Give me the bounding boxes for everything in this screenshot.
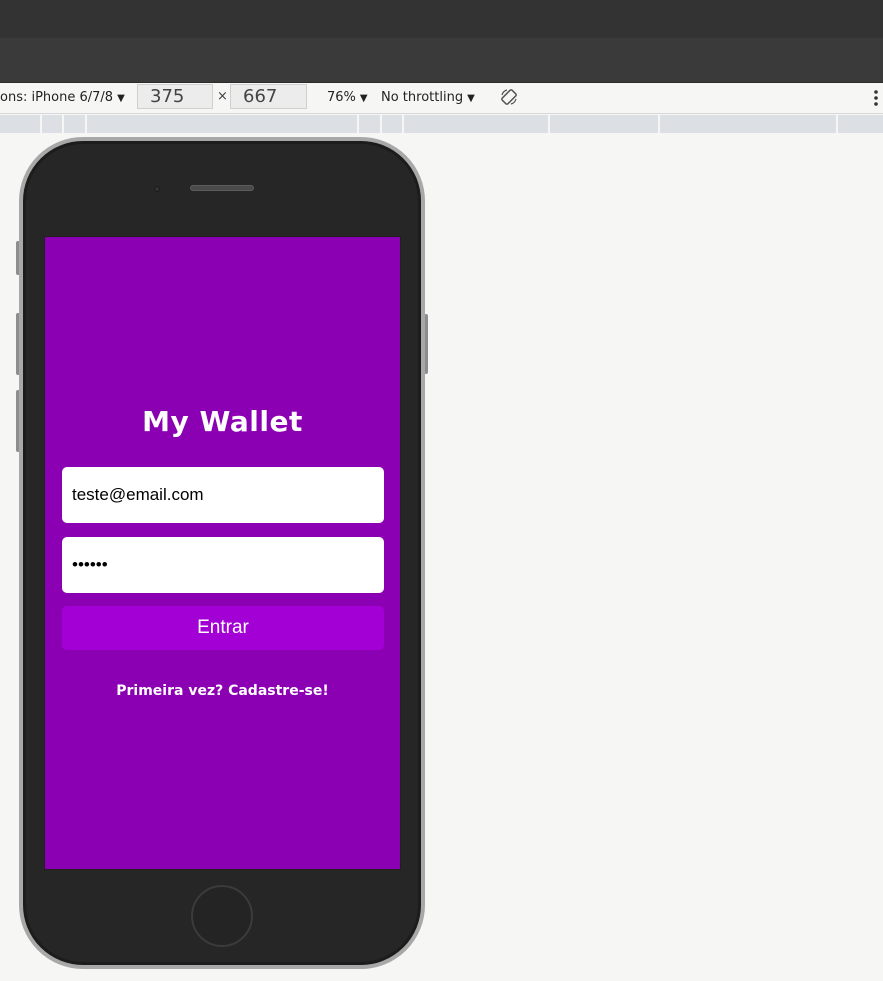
chevron-down-icon: ▼ (467, 93, 475, 104)
home-button (191, 885, 253, 947)
device-label: ons: iPhone 6/7/8 (0, 90, 114, 105)
device-toolbar: ons: iPhone 6/7/8 ▼ 375 × 667 76% ▼ No thr… (0, 83, 883, 114)
ruler-tick (357, 115, 359, 133)
ruler-tick (85, 115, 87, 133)
height-input[interactable]: 667 (230, 84, 307, 109)
media-query-ruler (0, 115, 883, 133)
speaker-grille (190, 185, 254, 191)
device-selector[interactable]: ons: iPhone 6/7/8 ▼ (0, 90, 125, 105)
chevron-down-icon: ▼ (117, 93, 125, 104)
email-field[interactable]: teste@email.com (62, 467, 384, 523)
zoom-selector[interactable]: 76% ▼ (327, 90, 368, 105)
rotate-icon[interactable] (500, 88, 518, 106)
kebab-menu-icon[interactable] (872, 88, 880, 108)
chevron-down-icon: ▼ (359, 93, 368, 104)
ruler-tick (658, 115, 660, 133)
ruler-tick (40, 115, 42, 133)
throttling-selector[interactable]: No throttling ▼ (381, 90, 475, 105)
dimension-separator: × (217, 89, 228, 104)
browser-tab-bar (0, 0, 883, 38)
enter-button[interactable]: Entrar (62, 606, 384, 650)
signup-link[interactable]: Primeira vez? Cadastre-se! (45, 683, 400, 699)
browser-address-bar-area (0, 38, 883, 83)
zoom-label: 76% (327, 90, 356, 105)
ruler-tick (62, 115, 64, 133)
width-input[interactable]: 375 (137, 84, 213, 109)
camera-icon (154, 186, 160, 192)
throttling-label: No throttling (381, 90, 464, 105)
app-title: My Wallet (142, 405, 303, 438)
ruler-tick (836, 115, 838, 133)
app-screen: My Wallet teste@email.com •••••• Entrar … (44, 236, 401, 870)
ruler-bar (0, 115, 883, 133)
password-field[interactable]: •••••• (62, 537, 384, 593)
ruler-tick (548, 115, 550, 133)
ruler-tick (402, 115, 404, 133)
ruler-tick (380, 115, 382, 133)
